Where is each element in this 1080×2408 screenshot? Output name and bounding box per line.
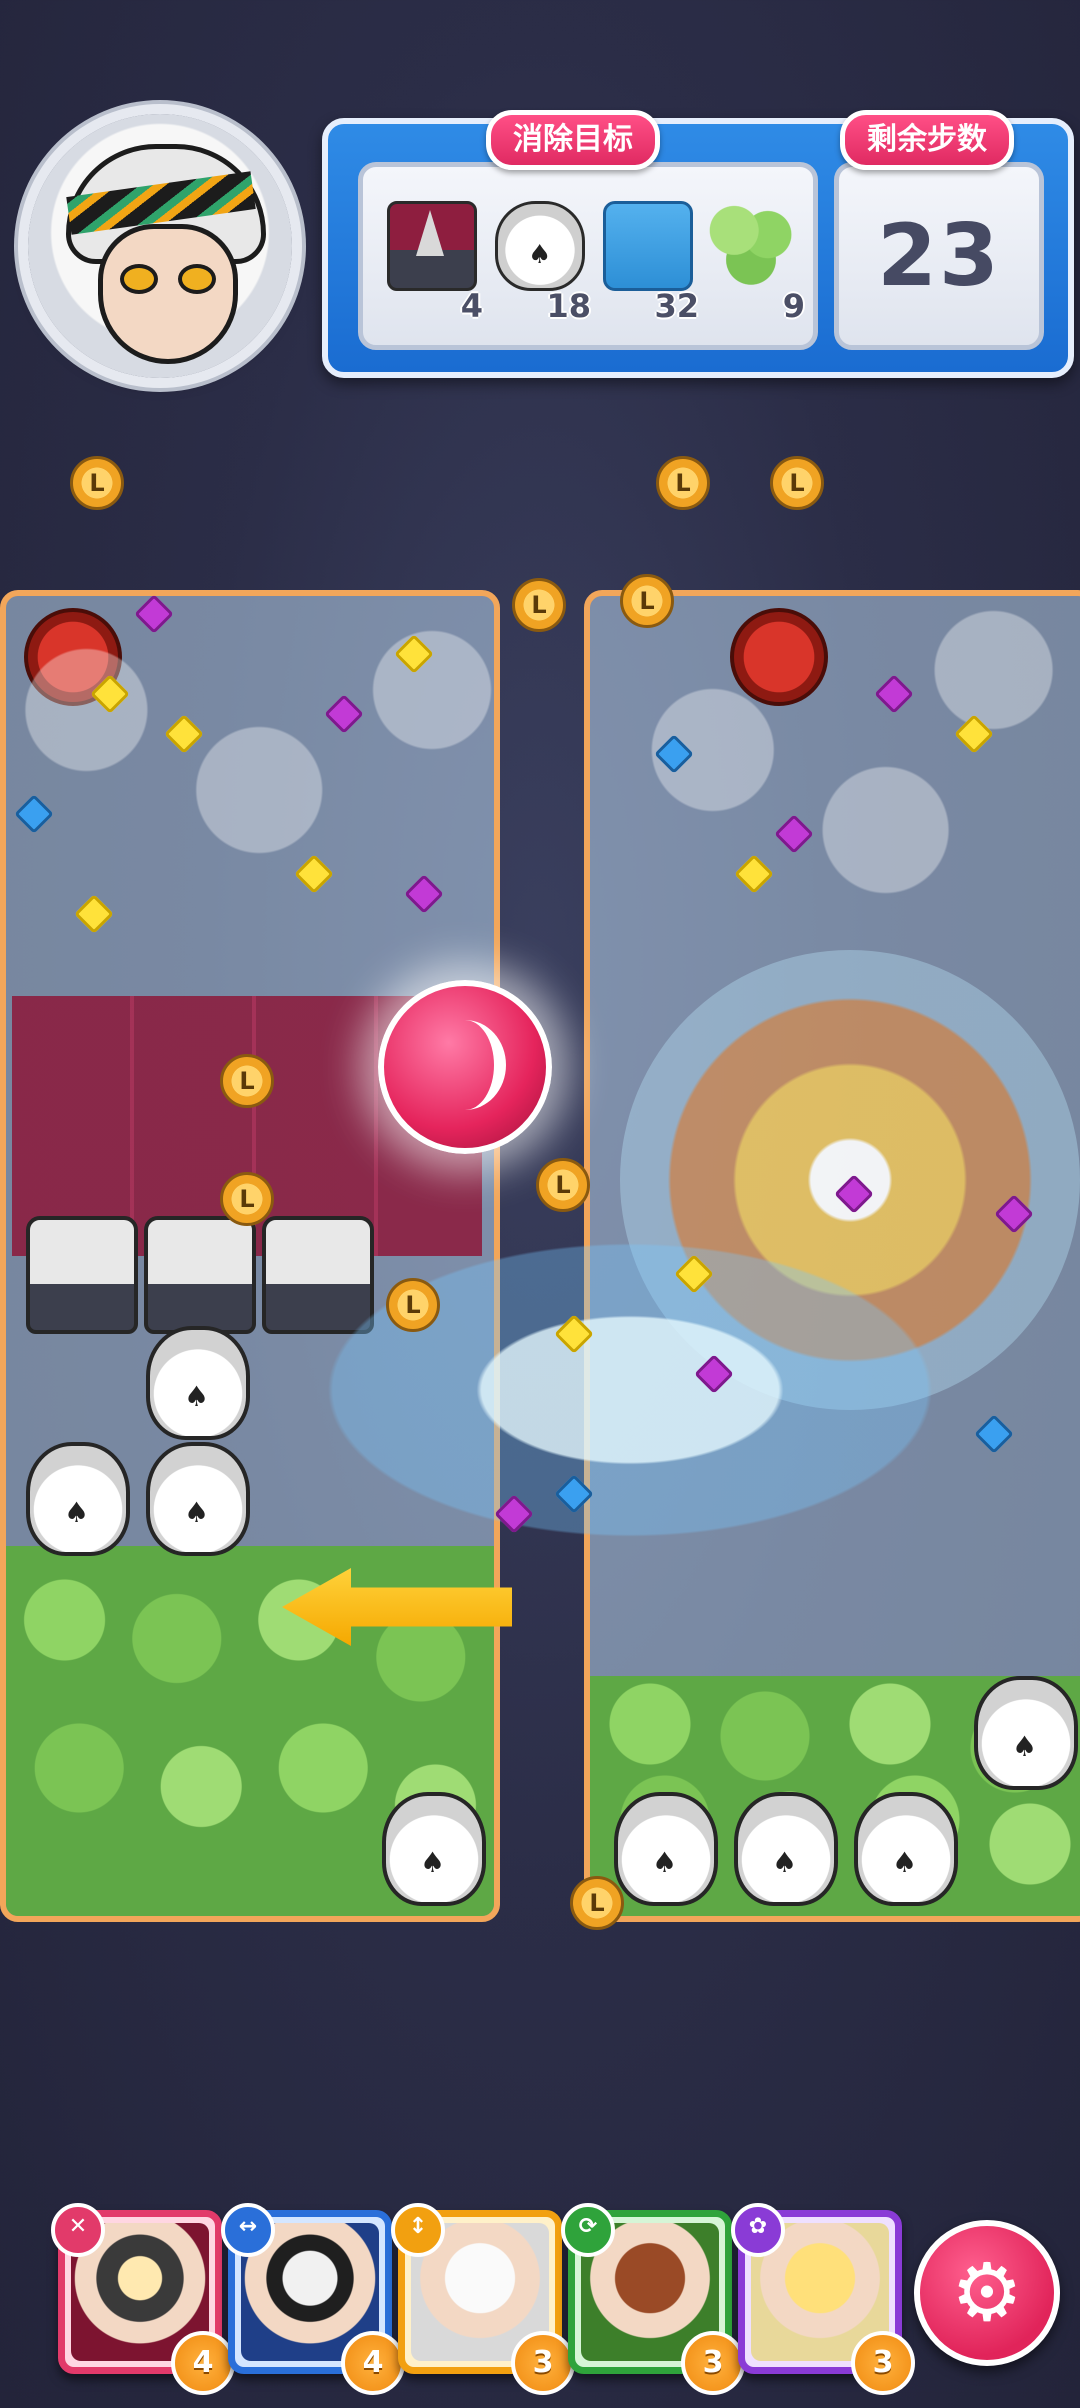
- goal-ice: 32: [597, 201, 699, 325]
- goal-vase: 18: [489, 201, 591, 325]
- goal-panel: 4 18 32 9 消除目标 23 剩余步数: [322, 110, 1074, 378]
- goal-title: 消除目标: [486, 110, 660, 170]
- coin-icon: L: [70, 456, 124, 510]
- vase-tile[interactable]: [26, 1442, 130, 1556]
- hero-card-3[interactable]: ↕ 3: [391, 2203, 575, 2395]
- hero-card-1[interactable]: ✕ 4: [51, 2203, 235, 2395]
- skill-horizontal-icon: ↔: [221, 2203, 275, 2257]
- moves-title: 剩余步数: [840, 110, 1014, 170]
- avatar-eye: [120, 264, 158, 294]
- moves-box: 23: [834, 162, 1044, 350]
- vase-tile[interactable]: [734, 1792, 838, 1906]
- coin-icon: L: [512, 578, 566, 632]
- vase-tile[interactable]: [854, 1792, 958, 1906]
- goal-count: 9: [782, 287, 805, 325]
- ice-tile-icon: [603, 201, 693, 291]
- goal-leaf: 9: [703, 201, 805, 325]
- hero-card-5[interactable]: ✿ 3: [731, 2203, 915, 2395]
- coin-icon: L: [386, 1278, 440, 1332]
- skull-vase-icon: [495, 201, 585, 291]
- hero-energy-badge: 4: [341, 2331, 405, 2395]
- moves-left-value: 23: [877, 206, 1001, 306]
- vase-tile[interactable]: [382, 1792, 486, 1906]
- leaf-tile-icon: [709, 201, 793, 285]
- hero-energy-badge: 4: [171, 2331, 235, 2395]
- goal-count: 18: [546, 287, 591, 325]
- hero-energy-badge: 3: [511, 2331, 575, 2395]
- goal-count: 4: [460, 287, 483, 325]
- player-avatar[interactable]: [28, 114, 292, 378]
- coin-icon: L: [620, 574, 674, 628]
- clear-goals-box: 4 18 32 9: [358, 162, 818, 350]
- hero-card-2[interactable]: ↔ 4: [221, 2203, 405, 2395]
- avatar-face: [98, 224, 238, 364]
- vase-tile[interactable]: [146, 1442, 250, 1556]
- skill-flower-icon: ✿: [731, 2203, 785, 2257]
- bubble-effect: [0, 590, 1080, 990]
- coin-icon: L: [220, 1172, 274, 1226]
- hero-card-4[interactable]: ⟳ 3: [561, 2203, 745, 2395]
- goal-count: 32: [654, 287, 699, 325]
- vase-tile[interactable]: [974, 1676, 1078, 1790]
- drill-block-icon: [387, 201, 477, 291]
- combo-badge-icon: [378, 980, 552, 1154]
- drill-tile[interactable]: [144, 1216, 256, 1334]
- coin-icon: L: [570, 1876, 624, 1930]
- gear-icon: ⚙: [951, 2246, 1023, 2339]
- skill-vertical-icon: ↕: [391, 2203, 445, 2257]
- settings-button[interactable]: ⚙: [914, 2220, 1060, 2366]
- coin-icon: L: [536, 1158, 590, 1212]
- goal-drill: 4: [381, 201, 483, 325]
- coin-icon: L: [770, 456, 824, 510]
- coin-icon: L: [656, 456, 710, 510]
- hero-energy-badge: 3: [851, 2331, 915, 2395]
- hero-energy-badge: 3: [681, 2331, 745, 2395]
- drill-tile[interactable]: [26, 1216, 138, 1334]
- avatar-eye: [178, 264, 216, 294]
- coin-icon: L: [220, 1054, 274, 1108]
- skill-swirl-icon: ⟳: [561, 2203, 615, 2257]
- skill-cross-icon: ✕: [51, 2203, 105, 2257]
- ice-shatter-effect: [280, 1220, 980, 1560]
- vase-tile[interactable]: [614, 1792, 718, 1906]
- vase-tile[interactable]: [146, 1326, 250, 1440]
